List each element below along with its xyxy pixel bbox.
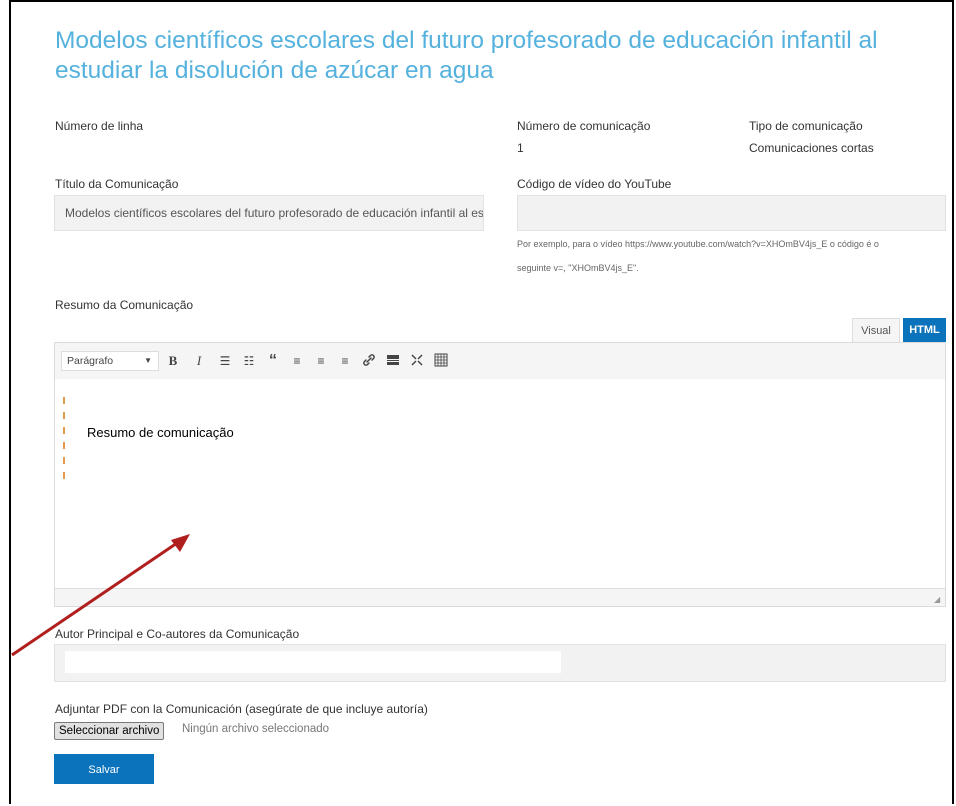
annotation-arrow-icon xyxy=(11,534,190,657)
